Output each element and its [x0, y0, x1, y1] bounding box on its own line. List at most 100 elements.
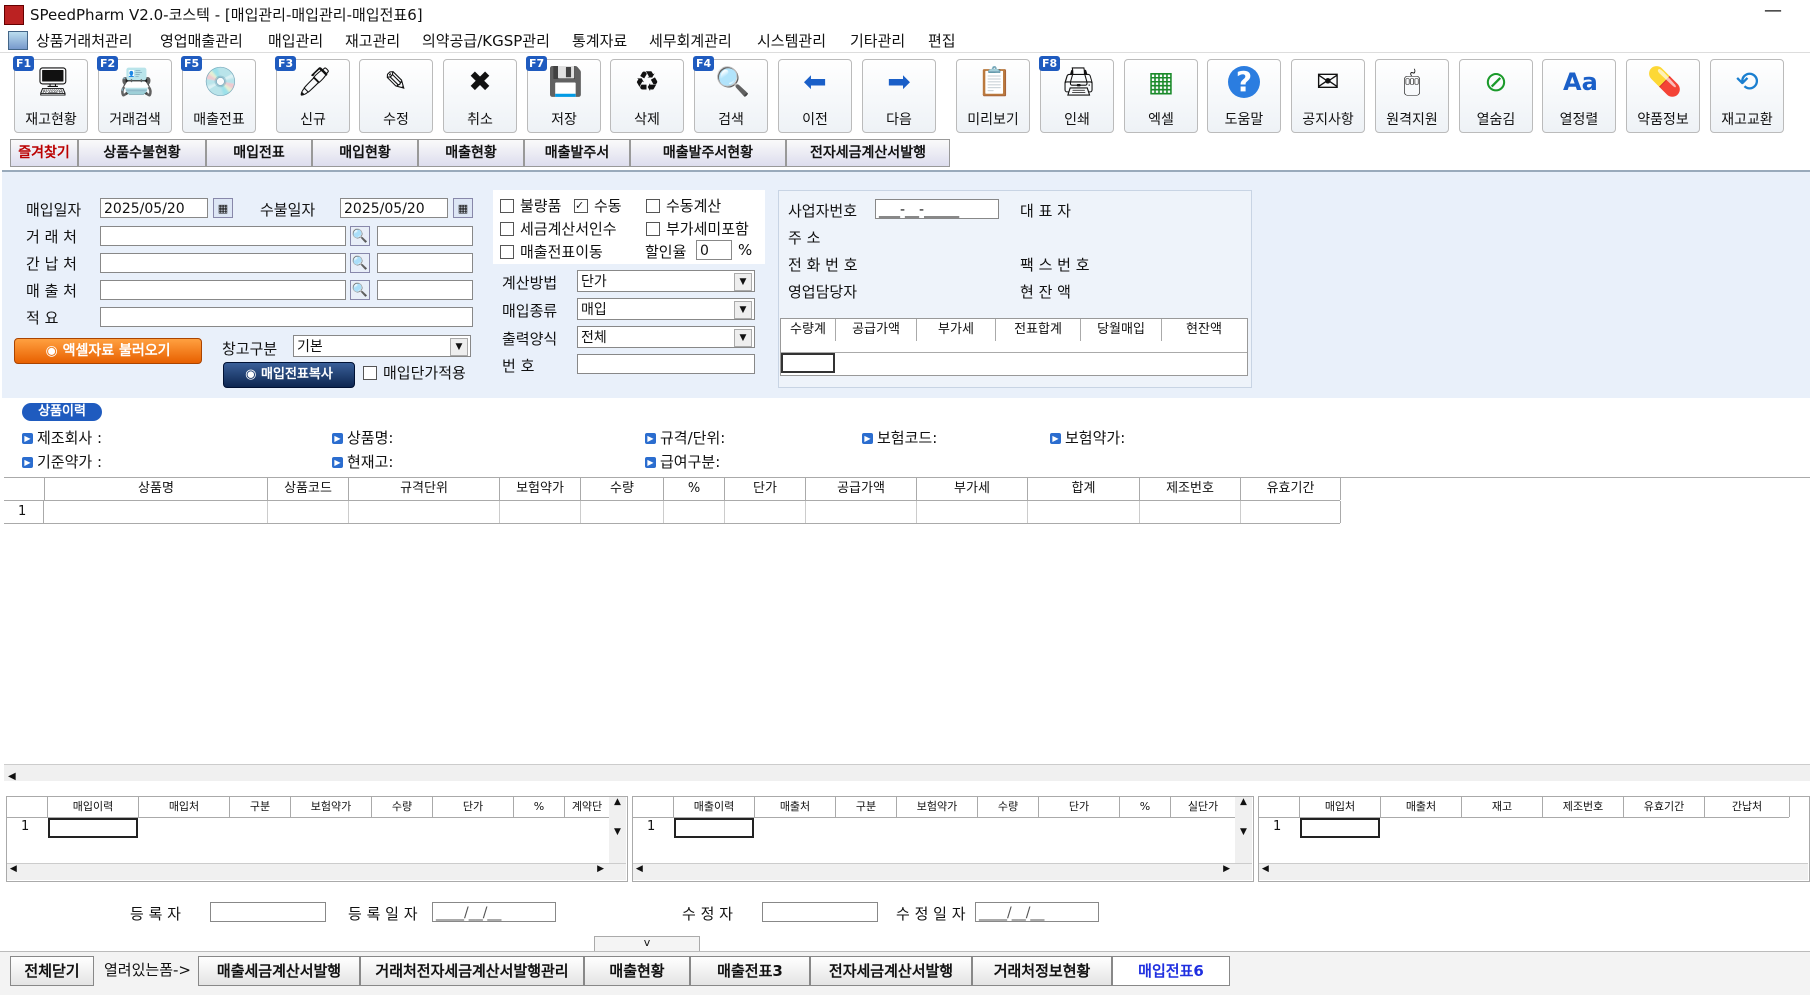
- col-insurance-price[interactable]: 보험약가: [500, 478, 581, 500]
- tab-sales-order[interactable]: 매출발주서: [524, 139, 630, 167]
- open-form-tab[interactable]: 매출전표3: [690, 956, 810, 986]
- mdi-window-icon[interactable]: [8, 31, 28, 50]
- grid-cell[interactable]: [1300, 818, 1380, 838]
- search-icon[interactable]: 🔍: [350, 226, 370, 246]
- tab-sales-status[interactable]: 매출현황: [418, 139, 524, 167]
- new-button[interactable]: F3 🖊 신규: [275, 56, 350, 133]
- grid-col[interactable]: 매입처: [1300, 797, 1381, 817]
- number-input[interactable]: [577, 354, 755, 374]
- hide-columns-button[interactable]: ⊘ 열숨김: [1459, 59, 1533, 133]
- search-icon[interactable]: 🔍: [350, 280, 370, 300]
- discount-input[interactable]: 0: [696, 240, 732, 260]
- grid-col[interactable]: 간납처: [1705, 797, 1790, 817]
- cell[interactable]: [268, 501, 349, 523]
- menu-kgsp[interactable]: 의약공급/KGSP관리: [422, 30, 550, 51]
- prev-button[interactable]: ⬅ 이전: [778, 59, 852, 133]
- grid-col[interactable]: 매출처: [1381, 797, 1462, 817]
- menu-product-vendor[interactable]: 상품거래처관리: [36, 30, 133, 51]
- receipt-date-input[interactable]: 2025/05/20: [340, 198, 448, 218]
- menu-sales[interactable]: 영업매출관리: [160, 30, 243, 51]
- cell[interactable]: [500, 501, 581, 523]
- trade-search-button[interactable]: F2 📇 거래검색: [97, 56, 172, 133]
- tab-product-flow[interactable]: 상품수불현황: [78, 139, 206, 167]
- output-format-select[interactable]: 전체 ▼: [577, 326, 755, 348]
- calendar-icon[interactable]: ▦: [213, 198, 233, 218]
- close-all-button[interactable]: 전체닫기: [10, 956, 94, 986]
- tab-sales-order-status[interactable]: 매출발주서현황: [630, 139, 786, 167]
- memo-input[interactable]: [100, 307, 473, 327]
- warehouse-select[interactable]: 기본 ▼: [293, 335, 471, 357]
- cell[interactable]: [664, 501, 725, 523]
- cell[interactable]: [581, 501, 664, 523]
- excel-import-button[interactable]: ◉ 액셀자료 불러오기: [14, 338, 202, 364]
- menu-edit[interactable]: 편집: [928, 30, 956, 51]
- save-button[interactable]: F7 💾 저장: [526, 56, 601, 133]
- mod-date-input[interactable]: ____/__/__: [975, 902, 1099, 922]
- col-expiry[interactable]: 유효기간: [1241, 478, 1341, 500]
- mod-user-input[interactable]: [762, 902, 878, 922]
- cancel-button[interactable]: ✖ 취소: [443, 59, 517, 133]
- tax-invoice-checkbox[interactable]: [500, 222, 514, 236]
- grid-col[interactable]: 매출처: [755, 797, 836, 817]
- calc-method-select[interactable]: 단가 ▼: [577, 270, 755, 292]
- cell[interactable]: [725, 501, 806, 523]
- next-button[interactable]: ➡ 다음: [862, 59, 936, 133]
- manual-checkbox[interactable]: ✓: [574, 199, 588, 213]
- chevron-left-icon[interactable]: ◀: [4, 771, 16, 782]
- grid-col[interactable]: 보험약가: [897, 797, 978, 817]
- grid-col[interactable]: 계약단: [565, 797, 610, 817]
- preview-button[interactable]: 📋 미리보기: [956, 59, 1030, 133]
- hscroll[interactable]: ◀ ▶: [633, 863, 1252, 880]
- excel-button[interactable]: ▦ 엑셀: [1124, 59, 1198, 133]
- cell[interactable]: [349, 501, 500, 523]
- open-form-tab[interactable]: 매출세금계산서발행: [198, 956, 360, 986]
- sort-columns-button[interactable]: Aa 열정렬: [1542, 59, 1616, 133]
- grid-col[interactable]: 매입처: [139, 797, 230, 817]
- notice-button[interactable]: ✉ 공지사항: [1291, 59, 1365, 133]
- grid-col[interactable]: %: [1120, 797, 1171, 817]
- manual-calc-checkbox[interactable]: [646, 199, 660, 213]
- menu-system[interactable]: 시스템관리: [757, 30, 826, 51]
- defect-checkbox[interactable]: [500, 199, 514, 213]
- stock-status-button[interactable]: F1 🖥 재고현황: [13, 56, 88, 133]
- sales-move-checkbox[interactable]: [500, 245, 514, 259]
- col-spec[interactable]: 규격단위: [349, 478, 500, 500]
- main-grid-hscroll[interactable]: ◀: [4, 764, 1810, 782]
- cell[interactable]: [806, 501, 917, 523]
- summary-cell[interactable]: [781, 353, 835, 373]
- menu-statistics[interactable]: 통계자료: [572, 30, 627, 51]
- col-total[interactable]: 합계: [1028, 478, 1140, 500]
- menu-tax-accounting[interactable]: 세무회계관리: [649, 30, 732, 51]
- grid-col[interactable]: 실단가: [1171, 797, 1236, 817]
- reg-date-input[interactable]: ____/__/__: [432, 902, 556, 922]
- grid-cell[interactable]: [674, 818, 754, 838]
- tab-purchase-slip[interactable]: 매입전표: [206, 139, 312, 167]
- grid-cell[interactable]: [48, 818, 138, 838]
- search-button[interactable]: F4 🔍 검색: [693, 56, 768, 133]
- reg-user-input[interactable]: [210, 902, 326, 922]
- sales-vendor-input[interactable]: [100, 280, 346, 300]
- help-button[interactable]: ? 도움말: [1207, 59, 1281, 133]
- open-form-tab-active[interactable]: 매입전표6: [1112, 956, 1230, 986]
- vat-excluded-checkbox[interactable]: [646, 222, 660, 236]
- cell[interactable]: [917, 501, 1028, 523]
- col-product-name[interactable]: 상품명: [45, 478, 268, 500]
- col-percent[interactable]: %: [664, 478, 725, 500]
- cell[interactable]: [1028, 501, 1140, 523]
- biz-no-input[interactable]: ___-__-_____: [875, 199, 999, 219]
- intermediary-input[interactable]: [100, 253, 346, 273]
- grid-col[interactable]: 매출이력: [674, 797, 755, 817]
- grid-col[interactable]: 수량: [978, 797, 1039, 817]
- cell[interactable]: [1140, 501, 1241, 523]
- minimize-button[interactable]: —: [1764, 0, 1782, 21]
- grid-col[interactable]: 수량: [372, 797, 433, 817]
- grid-col[interactable]: 매입이력: [48, 797, 139, 817]
- menu-etc[interactable]: 기타관리: [850, 30, 905, 51]
- open-form-tab[interactable]: 거래처정보현황: [972, 956, 1112, 986]
- copy-slip-button[interactable]: ◉ 매입전표복사: [223, 362, 355, 388]
- remote-support-button[interactable]: 🖱 원격지원: [1375, 59, 1449, 133]
- purchase-date-input[interactable]: 2025/05/20: [100, 198, 208, 218]
- grid-col[interactable]: 재고: [1462, 797, 1543, 817]
- grid-col[interactable]: %: [514, 797, 565, 817]
- grid-col[interactable]: 제조번호: [1543, 797, 1624, 817]
